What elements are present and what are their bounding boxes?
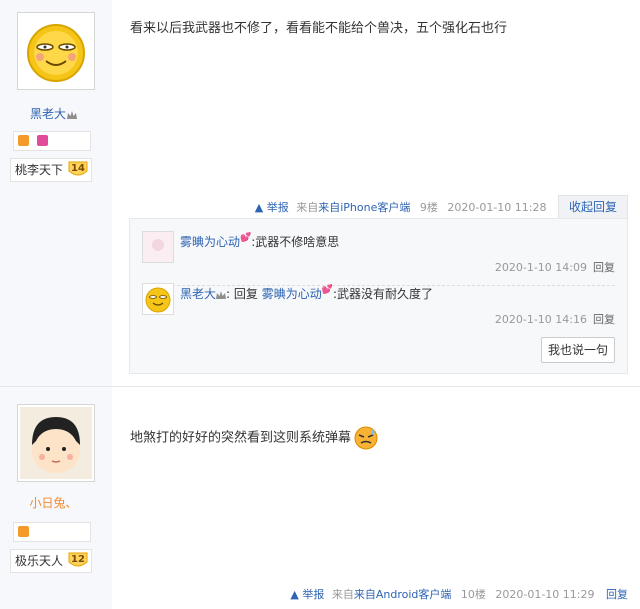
client-info: 来自来自Android客户端 [331,588,452,601]
report-link[interactable]: ▲ 举报 [290,588,324,601]
level-badge: 14 [67,161,89,179]
smiley-avatar-icon [145,287,171,313]
collapse-replies-button[interactable]: 收起回复 [557,195,628,218]
level-tag[interactable]: 极乐天人 12 [10,549,92,573]
report-link[interactable]: ▲ 举报 [255,201,289,214]
floor-number: 10楼 [460,588,486,601]
reply-item: 雾晪为心动💕:武器不修啥意思 2020-1-10 14:09 回复 [142,227,615,286]
client-link[interactable]: 来自Android客户端 [354,588,452,601]
reply-item: 黑老大: 回复 雾晪为心动💕:武器没有耐久度了 2020-1-10 14:16 回… [142,279,615,337]
crown-icon [67,110,77,119]
level-badge: 12 [67,552,89,570]
heart-icon: 💕 [321,285,333,295]
post-content: 地煞打的好好的突然看到这则系统弹幕 [130,425,379,451]
reply-button[interactable]: 回复 [606,588,628,601]
game-badge-icon[interactable] [18,135,29,146]
reply-meta: 2020-1-10 14:16 回复 [494,313,615,326]
avatar[interactable] [17,12,95,90]
author-sidebar: 黑老大 桃李天下 14 [0,0,112,386]
badge-box [13,522,91,542]
client-info: 来自来自iPhone客户端 [296,201,411,214]
level-tag[interactable]: 桃李天下 14 [10,158,92,182]
post-content: 看来以后我武器也不修了，看看能不能给个兽决，五个强化石也行 [130,21,508,36]
post-time: 2020-01-10 11:29 [495,588,595,601]
post-floor-9: 黑老大 桃李天下 14 看来以后我武器也不修了，看看能不能给个兽决，五个强化石也… [0,0,640,387]
floor-number: 9楼 [419,201,438,214]
reply-button[interactable]: 回复 [593,261,615,274]
say-something-button[interactable]: 我也说一句 [541,337,615,363]
smiley-avatar-icon [27,24,85,82]
client-link[interactable]: 来自iPhone客户端 [318,201,410,214]
reply-text: 黑老大: 回复 雾晪为心动💕:武器没有耐久度了 [180,285,433,301]
username[interactable]: 黑老大 [0,105,107,122]
reply-target[interactable]: 雾晪为心动 [262,287,322,301]
post-floor-10: 小日兔、 极乐天人 12 地煞打的好好的突然看到这则系统弹幕 ▲ 举报 来自来自… [0,387,640,609]
game-badge-icon[interactable] [18,526,29,537]
post-tail: ▲ 举报 来自来自Android客户端 10楼 2020-01-10 11:29… [290,585,628,605]
author-sidebar: 小日兔、 极乐天人 12 [0,387,112,609]
sweat-emoji-icon [354,426,378,450]
reply-avatar[interactable] [142,283,174,315]
heart-icon: 💕 [240,233,252,243]
avatar[interactable] [17,404,95,482]
reply-meta: 2020-1-10 14:09 回复 [494,261,615,274]
post-time: 2020-01-10 11:28 [447,201,547,214]
pink-badge-icon[interactable] [37,135,48,146]
avatar-placeholder-icon [143,232,173,262]
reply-author[interactable]: 雾晪为心动 [180,235,240,249]
badge-box [13,131,91,151]
reply-text: 雾晪为心动💕:武器不修啥意思 [180,233,340,249]
post-tail: ▲ 举报 来自来自iPhone客户端 9楼 2020-01-10 11:28 收… [255,195,628,218]
username[interactable]: 小日兔、 [0,494,107,511]
crown-icon [216,290,227,299]
reply-avatar[interactable] [142,231,174,263]
reply-thread: 雾晪为心动💕:武器不修啥意思 2020-1-10 14:09 回复 黑老大: 回复… [129,218,628,374]
reply-author[interactable]: 黑老大 [180,287,216,301]
cartoon-girl-avatar-icon [20,407,92,479]
reply-button[interactable]: 回复 [593,313,615,326]
